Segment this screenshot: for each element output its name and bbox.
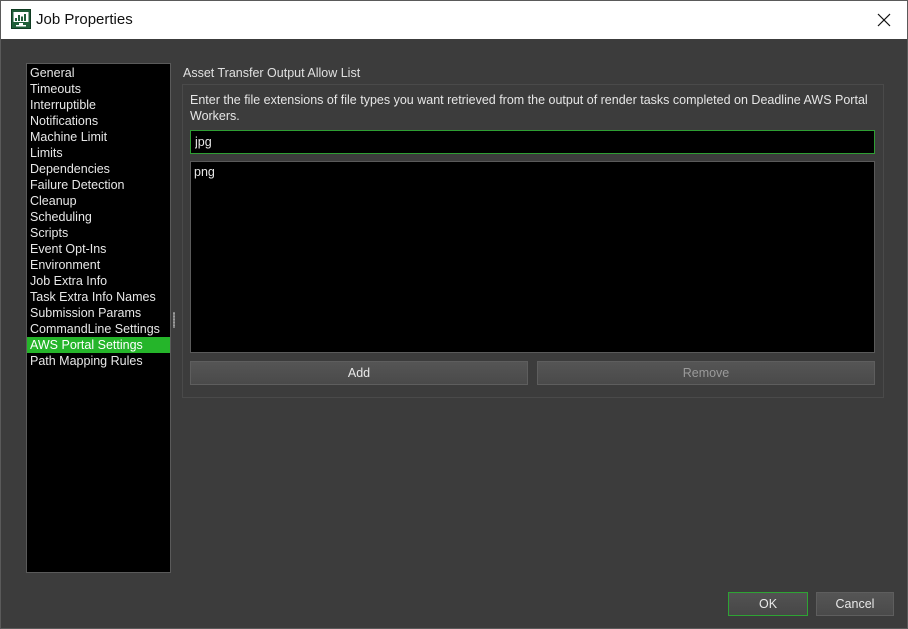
splitter-handle[interactable]: [173, 312, 175, 328]
sidebar-item-environment[interactable]: Environment: [27, 257, 170, 273]
ok-button[interactable]: OK: [728, 592, 808, 616]
extension-list[interactable]: png: [190, 161, 875, 353]
sidebar-item-job-extra-info[interactable]: Job Extra Info: [27, 273, 170, 289]
close-button[interactable]: [861, 1, 907, 39]
sidebar-item-interruptible[interactable]: Interruptible: [27, 97, 170, 113]
sidebar-item-aws-portal-settings[interactable]: AWS Portal Settings: [27, 337, 170, 353]
extension-input[interactable]: [190, 130, 875, 154]
sidebar-item-event-opt-ins[interactable]: Event Opt-Ins: [27, 241, 170, 257]
sidebar-item-submission-params[interactable]: Submission Params: [27, 305, 170, 321]
cancel-button[interactable]: Cancel: [816, 592, 894, 616]
allow-list-description: Enter the file extensions of file types …: [190, 93, 868, 123]
sidebar-item-path-mapping-rules[interactable]: Path Mapping Rules: [27, 353, 170, 369]
sidebar-item-notifications[interactable]: Notifications: [27, 113, 170, 129]
sidebar-item-machine-limit[interactable]: Machine Limit: [27, 129, 170, 145]
remove-button[interactable]: Remove: [537, 361, 875, 385]
window-title: Job Properties: [36, 11, 133, 28]
sidebar-item-scripts[interactable]: Scripts: [27, 225, 170, 241]
title-bar: Job Properties: [1, 1, 907, 39]
group-title: Asset Transfer Output Allow List: [183, 66, 361, 80]
sidebar-item-task-extra-info-names[interactable]: Task Extra Info Names: [27, 289, 170, 305]
sidebar-items: General Timeouts Interruptible Notification…: [27, 64, 170, 369]
sidebar-item-cleanup[interactable]: Cleanup: [27, 193, 170, 209]
job-properties-dialog: Job Properties General Timeouts Interrupti…: [0, 0, 908, 629]
sidebar-item-failure-detection[interactable]: Failure Detection: [27, 177, 170, 193]
sidebar-item-timeouts[interactable]: Timeouts: [27, 81, 170, 97]
sidebar-item-general[interactable]: General: [27, 65, 170, 81]
sidebar-item-dependencies[interactable]: Dependencies: [27, 161, 170, 177]
extension-list-item[interactable]: png: [191, 162, 874, 182]
sidebar-item-scheduling[interactable]: Scheduling: [27, 209, 170, 225]
add-button[interactable]: Add: [190, 361, 528, 385]
monitor-chart-icon: [11, 9, 31, 29]
settings-category-list[interactable]: General Timeouts Interruptible Notification…: [26, 63, 171, 573]
sidebar-item-limits[interactable]: Limits: [27, 145, 170, 161]
sidebar-item-commandline-settings[interactable]: CommandLine Settings: [27, 321, 170, 337]
close-icon: [877, 13, 891, 27]
